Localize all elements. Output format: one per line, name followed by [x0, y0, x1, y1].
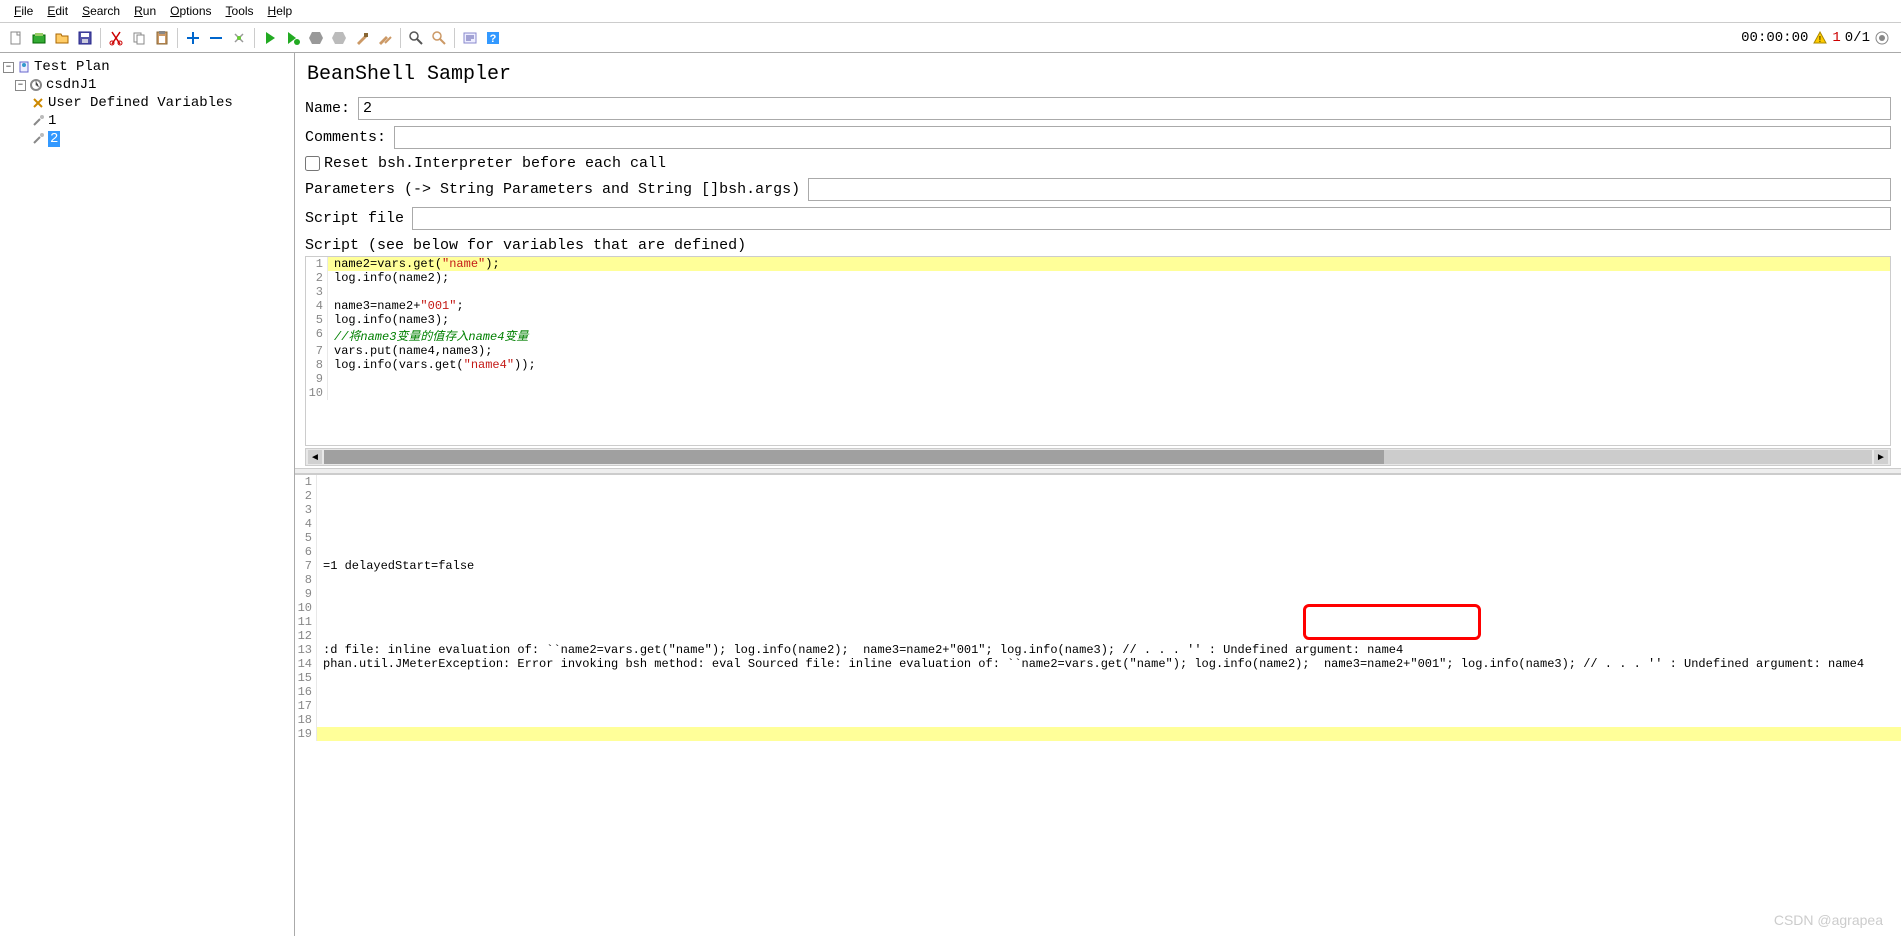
tree-collapse-icon[interactable]: − [3, 62, 14, 73]
open-icon[interactable] [51, 27, 73, 49]
function-helper-icon[interactable] [459, 27, 481, 49]
watermark: CSDN @agrapea [1774, 912, 1883, 928]
sampler-icon [31, 114, 45, 128]
testplan-icon [17, 60, 31, 74]
cut-icon[interactable] [105, 27, 127, 49]
reset-label: Reset bsh.Interpreter before each call [324, 155, 666, 172]
menubar: File Edit Search Run Options Tools Help [0, 0, 1901, 23]
scriptfile-input[interactable] [412, 207, 1891, 230]
shutdown-icon[interactable] [328, 27, 350, 49]
collapse-icon[interactable] [205, 27, 227, 49]
search-icon[interactable] [405, 27, 427, 49]
svg-text:?: ? [490, 33, 497, 45]
tree-threadgroup[interactable]: csdnJ1 [46, 77, 96, 93]
menu-help[interactable]: Help [262, 2, 299, 20]
script-editor[interactable]: 1name2=vars.get("name");2log.info(name2)… [305, 256, 1891, 446]
log-panel[interactable]: 1 2 3 4 5 6 7=1 delayedStart=false8 9 10… [295, 474, 1901, 936]
clear-all-icon[interactable] [374, 27, 396, 49]
toolbar: ? 00:00:00 ! 1 0/1 [0, 23, 1901, 53]
sampler-icon [31, 132, 45, 146]
save-icon[interactable] [74, 27, 96, 49]
menu-search[interactable]: Search [76, 2, 126, 20]
templates-icon[interactable] [28, 27, 50, 49]
comments-input[interactable] [394, 126, 1891, 149]
menu-tools[interactable]: Tools [220, 2, 260, 20]
scroll-right-icon[interactable]: ► [1874, 450, 1888, 464]
scroll-thumb[interactable] [324, 450, 1384, 464]
tree-udv[interactable]: User Defined Variables [48, 95, 233, 111]
menu-options[interactable]: Options [164, 2, 217, 20]
scriptfile-label: Script file [305, 210, 404, 227]
tree-testplan[interactable]: Test Plan [34, 59, 110, 75]
thread-indicator-icon [1874, 30, 1890, 46]
copy-icon[interactable] [128, 27, 150, 49]
comments-label: Comments: [305, 129, 386, 146]
help-icon[interactable]: ? [482, 27, 504, 49]
panel-title: BeanShell Sampler [295, 53, 1901, 94]
scroll-left-icon[interactable]: ◄ [308, 450, 322, 464]
tree-collapse-icon[interactable]: − [15, 80, 26, 91]
warning-icon: ! [1812, 30, 1828, 46]
reset-checkbox[interactable] [305, 156, 320, 171]
variables-icon [31, 96, 45, 110]
svg-text:!: ! [1818, 35, 1823, 45]
menu-file[interactable]: File [8, 2, 39, 20]
params-label: Parameters (-> String Parameters and Str… [305, 181, 800, 198]
active-threads: 0/1 [1845, 30, 1870, 46]
name-label: Name: [305, 100, 350, 117]
elapsed-time: 00:00:00 [1741, 30, 1808, 46]
clear-icon[interactable] [351, 27, 373, 49]
tree-sampler-2[interactable]: 2 [48, 131, 60, 147]
error-highlight-box [1303, 604, 1481, 640]
test-plan-tree[interactable]: −Test Plan −csdnJ1 User Defined Variable… [0, 53, 295, 936]
toggle-icon[interactable] [228, 27, 250, 49]
expand-icon[interactable] [182, 27, 204, 49]
stop-icon[interactable] [305, 27, 327, 49]
reset-search-icon[interactable] [428, 27, 450, 49]
start-icon[interactable] [259, 27, 281, 49]
menu-run[interactable]: Run [128, 2, 162, 20]
menu-edit[interactable]: Edit [41, 2, 74, 20]
script-hscrollbar[interactable]: ◄ ► [305, 448, 1891, 466]
name-input[interactable] [358, 97, 1891, 120]
start-no-timers-icon[interactable] [282, 27, 304, 49]
tree-sampler-1[interactable]: 1 [48, 113, 56, 129]
script-label: Script (see below for variables that are… [295, 233, 1901, 256]
toolbar-status: 00:00:00 ! 1 0/1 [1741, 30, 1896, 46]
paste-icon[interactable] [151, 27, 173, 49]
new-icon[interactable] [5, 27, 27, 49]
warn-count: 1 [1832, 30, 1840, 46]
params-input[interactable] [808, 178, 1891, 201]
threadgroup-icon [29, 78, 43, 92]
